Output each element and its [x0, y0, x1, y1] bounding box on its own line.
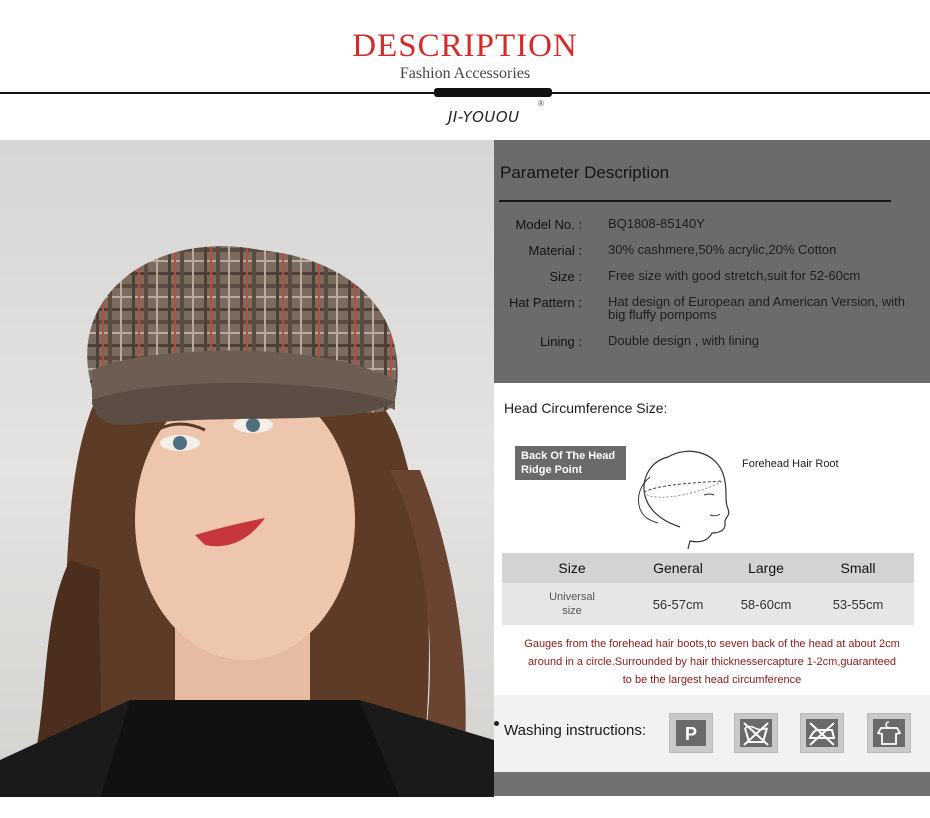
param-value: Hat design of European and American Vers… — [608, 294, 906, 322]
size-table: Size General Large Small Universal size … — [502, 553, 914, 625]
parameter-divider — [499, 200, 891, 202]
parameter-title: Parameter Description — [500, 163, 670, 182]
bottom-strip — [494, 772, 930, 796]
param-label: Hat Pattern : — [509, 295, 582, 310]
brand-logo: JI-YOUOU — [448, 108, 520, 126]
gauge-note-line: to be the largest head circumference — [622, 674, 802, 686]
header-divider-bar — [434, 88, 552, 97]
param-value: 30% cashmere,50% acrylic,20% Cotton — [608, 242, 837, 257]
page-subtitle: Fashion Accessories — [399, 65, 531, 82]
table-header-cell: General — [653, 560, 703, 576]
table-cell: 58-60cm — [740, 596, 792, 612]
table-row: Universal size 56-57cm 58-60cm 53-55cm — [502, 583, 914, 625]
washing-label: Washing instructions: — [504, 722, 647, 739]
forehead-hair-root-label: Forehead Hair Root — [742, 458, 839, 470]
bullet-dot — [494, 721, 499, 726]
table-header-cell: Large — [748, 560, 784, 576]
hang-dry-icon — [867, 713, 911, 753]
table-cell: 56-57cm — [652, 596, 704, 612]
param-value: Double design , with lining — [608, 333, 760, 348]
parameter-panel: Parameter Description Model No. : BQ1808… — [494, 140, 930, 383]
svg-text:P: P — [685, 724, 697, 744]
registered-mark: ® — [538, 99, 544, 108]
product-photo — [0, 140, 494, 797]
back-of-head-label: Back Of The Head Ridge Point — [515, 446, 626, 480]
dry-clean-p-icon: P — [669, 713, 713, 753]
head-measurement-icon — [637, 450, 730, 549]
table-header-cell: Size — [558, 560, 586, 576]
table-header-row: Size General Large Small — [502, 553, 914, 583]
model-wearing-plaid-beret-icon — [0, 246, 494, 797]
gauge-note-line: around in a circle.Surrounded by hair th… — [527, 656, 897, 668]
table-header-cell: Small — [840, 560, 876, 576]
param-value: Free size with good stretch,suit for 52-… — [608, 268, 861, 283]
no-wash-icon — [734, 713, 778, 753]
head-circumference-title: Head Circumference Size: — [504, 400, 668, 416]
gauge-note-line: Gauges from the forehead hair boots,to s… — [524, 638, 900, 650]
no-iron-icon — [800, 713, 844, 753]
table-cell: 53-55cm — [832, 596, 884, 612]
param-label: Lining : — [540, 334, 582, 349]
param-label: Material : — [528, 243, 582, 258]
param-label: Model No. : — [515, 217, 582, 232]
gauge-note: Gauges from the forehead hair boots,to s… — [512, 635, 912, 689]
page-title: DESCRIPTION — [352, 28, 578, 64]
param-value: BQ1808-85140Y — [608, 216, 705, 231]
table-cell: Universal size — [549, 591, 595, 617]
param-label: Size : — [549, 269, 582, 284]
